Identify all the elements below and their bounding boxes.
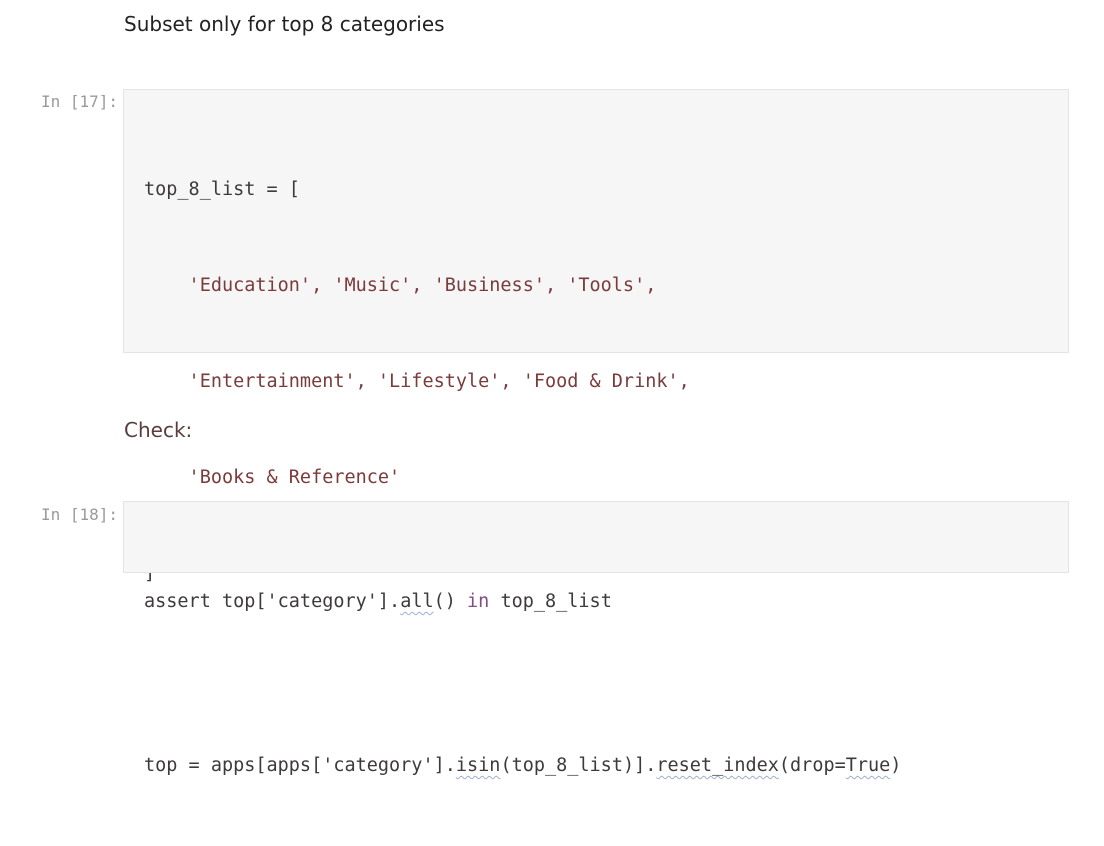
- code-line: 'Books & Reference': [144, 467, 401, 488]
- code-token: True: [845, 755, 891, 776]
- code-token: (): [433, 591, 468, 612]
- code-line: top_8_list = [: [144, 179, 300, 200]
- code-line: top = apps[apps['category'].isin(top_8_l…: [144, 750, 901, 782]
- code-token: (top_8_list)].: [500, 755, 657, 776]
- markdown-text: Check:: [124, 418, 193, 442]
- code-token: all: [400, 591, 434, 612]
- code-line: 'Education', 'Music', 'Business', 'Tools…: [144, 275, 657, 296]
- code-cell[interactable]: top_8_list = [ 'Education', 'Music', 'Bu…: [123, 89, 1069, 776]
- code-editor[interactable]: top_8_list = [ 'Education', 'Music', 'Bu…: [144, 110, 901, 846]
- code-token: top = apps[apps['category'].: [144, 755, 456, 776]
- code-token: top['category'].: [210, 591, 401, 612]
- code-token: in: [467, 591, 490, 612]
- code-token: (drop=: [778, 755, 846, 776]
- code-cell[interactable]: assert top['category'].all() in top_8_li…: [123, 501, 1069, 612]
- code-token: assert: [144, 591, 211, 612]
- cell-prompt: In [17]:: [40, 92, 118, 111]
- code-token: reset_index: [656, 755, 779, 776]
- code-line: 'Entertainment', 'Lifestyle', 'Food & Dr…: [144, 371, 690, 392]
- cell-prompt: In [18]:: [40, 505, 118, 524]
- code-editor[interactable]: assert top['category'].all() in top_8_li…: [144, 522, 612, 682]
- code-line: assert top['category'].all() in top_8_li…: [144, 586, 612, 618]
- code-token: isin: [455, 755, 501, 776]
- code-token: top_8_list: [489, 591, 612, 612]
- markdown-heading: Subset only for top 8 categories: [124, 12, 445, 36]
- code-token: ): [890, 755, 902, 776]
